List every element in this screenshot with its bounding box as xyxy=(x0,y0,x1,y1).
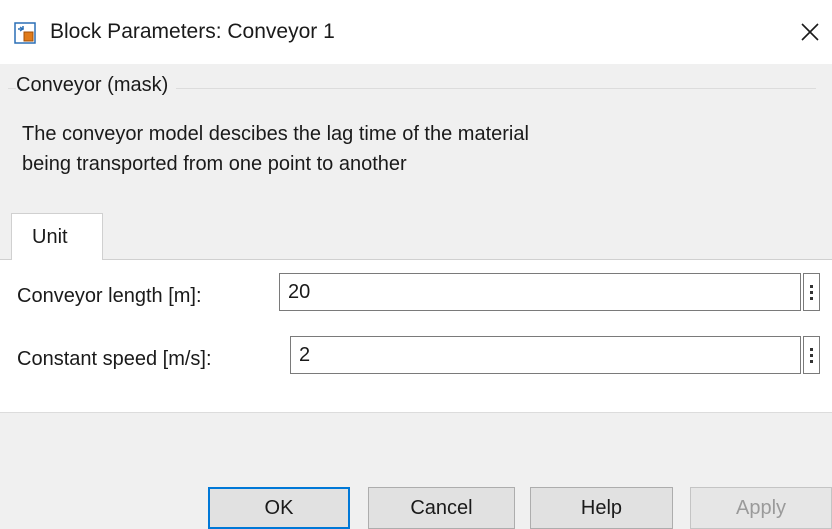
more-options-icon-dot xyxy=(810,359,813,363)
block-parameters-dialog: Block Parameters: Conveyor 1 Conveyor (m… xyxy=(0,0,832,529)
mask-heading: Conveyor (mask) xyxy=(16,70,177,100)
constant-speed-label: Constant speed [m/s]: xyxy=(17,348,212,370)
close-button[interactable] xyxy=(788,10,832,54)
more-options-icon-dot xyxy=(810,353,813,357)
close-icon xyxy=(801,23,819,41)
cancel-button[interactable]: Cancel xyxy=(368,487,515,529)
apply-button[interactable]: Apply xyxy=(690,487,832,529)
window-title: Block Parameters: Conveyor 1 xyxy=(50,20,335,43)
more-options-icon-dot xyxy=(810,296,813,300)
simulink-block-icon xyxy=(14,22,36,44)
mask-description-line: The conveyor model descibes the lag time… xyxy=(22,123,529,145)
help-button[interactable]: Help xyxy=(530,487,673,529)
tab-unit[interactable]: Unit xyxy=(11,213,103,260)
more-options-icon-dot xyxy=(810,290,813,294)
conveyor-length-options-button[interactable] xyxy=(803,273,820,311)
constant-speed-options-button[interactable] xyxy=(803,336,820,374)
more-options-icon xyxy=(810,284,813,288)
tab-panel-unit: Conveyor length [m]: Constant speed [m/s… xyxy=(0,260,832,413)
title-bar[interactable]: Block Parameters: Conveyor 1 xyxy=(0,0,832,64)
mask-description-line: being transported from one point to anot… xyxy=(22,153,407,175)
mask-description: The conveyor model descibes the lag time… xyxy=(22,119,782,179)
conveyor-length-label: Conveyor length [m]: xyxy=(17,285,202,307)
conveyor-length-field[interactable] xyxy=(279,273,801,311)
constant-speed-field[interactable] xyxy=(290,336,801,374)
more-options-icon xyxy=(810,347,813,351)
ok-button[interactable]: OK xyxy=(208,487,350,529)
